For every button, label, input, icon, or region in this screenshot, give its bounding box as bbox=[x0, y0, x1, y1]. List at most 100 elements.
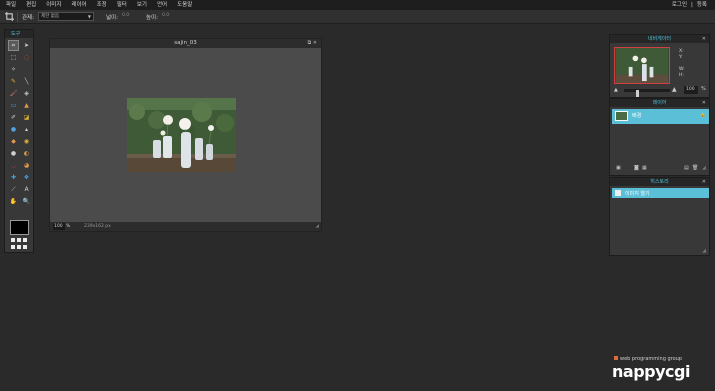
drop-tool-icon[interactable]: ● bbox=[8, 124, 19, 135]
tool-grid: ⌗ ➤ ⬚ ◌ ✧ ✎ ╲ 🖌 ◈ ▭ ▲ ✐ ◪ ● ▴ ◆ ◉ ● ◐ ◡ ◕ ✚ ❖ ⟋ A ✋ 🔍 bbox=[5, 38, 33, 209]
layer-settings-icon[interactable]: ▣ bbox=[616, 165, 621, 171]
crop-icon bbox=[5, 12, 14, 21]
sponge-tool-icon[interactable]: ◆ bbox=[8, 136, 19, 147]
zoom-out-icon[interactable]: ▲ bbox=[614, 87, 618, 93]
navigator-zoom-unit: % bbox=[701, 86, 706, 92]
tool-panel: 도구 ⌗ ➤ ⬚ ◌ ✧ ✎ ╲ 🖌 ◈ ▭ ▲ ✐ ◪ ● ▴ ◆ ◉ ● ◐ ◡ ◕ ✚ ❖ ⟋ A ✋ 🔍 bbox=[4, 29, 34, 253]
menu-file[interactable]: 파일 bbox=[0, 0, 21, 10]
gradient-tool-icon[interactable]: ▭ bbox=[8, 100, 19, 111]
close-icon[interactable]: ✕ bbox=[702, 35, 706, 43]
layer-thumbnail bbox=[615, 111, 628, 121]
wand-tool-icon[interactable]: ✧ bbox=[8, 64, 19, 75]
menu-edit[interactable]: 편집 bbox=[21, 0, 41, 10]
brush-tool-icon[interactable]: 🖌 bbox=[8, 88, 19, 99]
layer-row[interactable]: 배경 🔒 bbox=[612, 109, 709, 124]
lock-icon: 🔒 bbox=[699, 112, 706, 118]
redeye-tool-icon[interactable]: ◡ bbox=[8, 160, 19, 171]
bloat-tool-icon[interactable]: ◕ bbox=[21, 160, 32, 171]
layer-mask-icon[interactable]: ◙ bbox=[634, 165, 639, 171]
menu-layer[interactable]: 레이어 bbox=[66, 0, 91, 10]
signup-link[interactable]: 등록 bbox=[695, 0, 709, 10]
crop-tool-icon[interactable]: ⌗ bbox=[8, 40, 19, 51]
sharpen-tool-icon[interactable]: ▴ bbox=[21, 124, 32, 135]
navigator-thumbnail[interactable] bbox=[614, 47, 670, 84]
width-field[interactable]: 0.0 bbox=[122, 13, 129, 18]
layers-toolbar: ▣ ◙ ▦ ▤ 🗑 ◢ bbox=[614, 165, 707, 173]
picker-tool-icon[interactable]: ⟋ bbox=[8, 184, 19, 195]
new-layer-icon[interactable]: ▤ bbox=[684, 165, 689, 171]
layer-name: 배경 bbox=[632, 113, 642, 119]
eraser-tool-icon[interactable]: ◪ bbox=[21, 112, 32, 123]
h-coord-label: H: bbox=[679, 73, 684, 78]
navigator-zoom-input[interactable]: 100 bbox=[684, 86, 698, 94]
image-window-title: sajin_03 bbox=[174, 40, 197, 46]
account-links: 로그인 | 등록 bbox=[670, 0, 709, 10]
constraint-value: 제한 없음 bbox=[41, 14, 59, 19]
menu-adjust[interactable]: 조정 bbox=[92, 0, 112, 10]
close-icon[interactable]: ✕ bbox=[702, 178, 706, 186]
image-dimensions: 239x162 px bbox=[84, 224, 111, 229]
menu-view[interactable]: 보기 bbox=[132, 0, 152, 10]
close-icon[interactable]: ✕ bbox=[313, 40, 317, 46]
bucket-tool-icon[interactable]: ◈ bbox=[21, 88, 32, 99]
pencil-tool-icon[interactable]: ✎ bbox=[8, 76, 19, 87]
history-titlebar[interactable]: 히스토리 ✕ bbox=[610, 178, 709, 186]
zoom-in-icon[interactable]: ▲ bbox=[672, 86, 677, 93]
history-title: 히스토리 bbox=[650, 179, 669, 185]
smudge-tool-icon[interactable]: ◐ bbox=[21, 148, 32, 159]
resize-handle-icon[interactable]: ◢ bbox=[316, 222, 319, 231]
menu-image[interactable]: 이미지 bbox=[41, 0, 66, 10]
burn-tool-icon[interactable]: ◉ bbox=[21, 136, 32, 147]
history-item-name: 이미지 열기 bbox=[625, 191, 650, 197]
spot-heal-tool-icon[interactable]: ❖ bbox=[21, 172, 32, 183]
grid-icon[interactable] bbox=[11, 238, 29, 250]
zoom-tool-icon[interactable]: 🔍 bbox=[21, 196, 32, 207]
menu-language[interactable]: 언어 bbox=[152, 0, 172, 10]
history-row[interactable]: 이미지 열기 bbox=[612, 188, 709, 198]
type-tool-icon[interactable]: A bbox=[21, 184, 32, 195]
maximize-icon[interactable]: ⧉ bbox=[308, 40, 312, 46]
image-window-titlebar[interactable]: sajin_03 ⧉ ✕ bbox=[50, 39, 321, 48]
stamp-tool-icon[interactable]: ▲ bbox=[21, 100, 32, 111]
move-tool-icon[interactable]: ➤ bbox=[21, 40, 32, 51]
width-label: 넓이: bbox=[106, 15, 118, 21]
layers-titlebar[interactable]: 레이어 ✕ bbox=[610, 99, 709, 107]
pinch-tool-icon[interactable]: ✚ bbox=[8, 172, 19, 183]
navigator-titlebar[interactable]: 네비게이터 ✕ bbox=[610, 35, 709, 43]
menu-filter[interactable]: 필터 bbox=[112, 0, 132, 10]
resize-handle-icon[interactable]: ◢ bbox=[702, 165, 706, 171]
zoom-unit: % bbox=[66, 224, 71, 229]
tool-panel-title: 도구 bbox=[5, 30, 33, 38]
options-divider bbox=[17, 12, 18, 22]
login-link[interactable]: 로그인 bbox=[670, 0, 689, 10]
constraint-select[interactable]: 제한 없음 ▼ bbox=[38, 12, 94, 21]
navigator-zoom-row: ▲ ▲ 100 % bbox=[614, 86, 707, 97]
image-canvas[interactable] bbox=[50, 48, 321, 222]
history-panel: 히스토리 ✕ 이미지 열기 ◢ bbox=[609, 177, 710, 256]
height-field[interactable]: 0.0 bbox=[162, 13, 169, 18]
layers-title: 레이어 bbox=[652, 100, 667, 106]
marquee-tool-icon[interactable]: ⬚ bbox=[8, 52, 19, 63]
lasso-tool-icon[interactable]: ◌ bbox=[21, 52, 32, 63]
layer-style-icon[interactable]: ▦ bbox=[642, 165, 647, 171]
hand-tool-icon[interactable]: ✋ bbox=[8, 196, 19, 207]
blank-tool-icon[interactable] bbox=[21, 64, 32, 75]
line-tool-icon[interactable]: ╲ bbox=[21, 76, 32, 87]
zoom-slider[interactable] bbox=[624, 89, 670, 97]
close-icon[interactable]: ✕ bbox=[702, 99, 706, 107]
delete-layer-icon[interactable]: 🗑 bbox=[692, 165, 698, 171]
chevron-down-icon: ▼ bbox=[87, 14, 91, 19]
foreground-color-swatch[interactable] bbox=[10, 220, 29, 235]
color-replace-tool-icon[interactable]: ✐ bbox=[8, 112, 19, 123]
image-status-bar: 100 % 239x162 px ◢ bbox=[50, 222, 321, 231]
zoom-input[interactable]: 100 bbox=[53, 223, 65, 230]
menu-help[interactable]: 도움말 bbox=[172, 0, 197, 10]
zoom-slider-knob[interactable] bbox=[636, 90, 639, 97]
dodge-tool-icon[interactable]: ● bbox=[8, 148, 19, 159]
options-bar: 관제: 제한 없음 ▼ 넓이: 0.0 높이: 0.0 bbox=[0, 10, 715, 24]
image-window: sajin_03 ⧉ ✕ 100 % 239x162 px ◢ bbox=[49, 38, 322, 232]
menu-bar: 파일 편집 이미지 레이어 조정 필터 보기 언어 도움말 로그인 | 등록 bbox=[0, 0, 715, 10]
layers-panel: 레이어 ✕ 배경 🔒 ▣ ◙ ▦ ▤ 🗑 ◢ bbox=[609, 98, 710, 176]
resize-handle-icon[interactable]: ◢ bbox=[702, 248, 706, 254]
height-label: 높이: bbox=[146, 15, 158, 21]
